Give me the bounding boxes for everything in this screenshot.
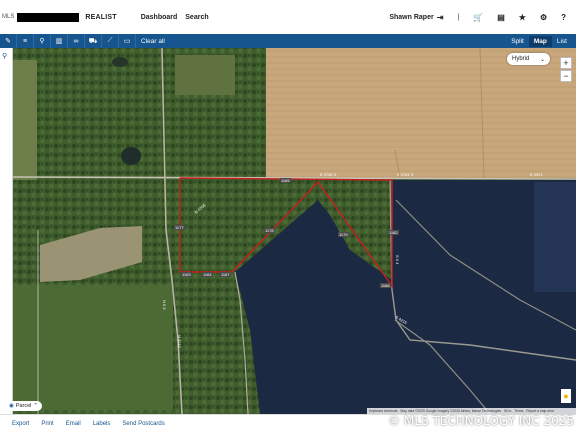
top-header: MLS REALIST Dashboard Search Shawn Raper… — [0, 0, 576, 34]
search-icon[interactable]: ⚲ — [2, 52, 7, 60]
measure-icon[interactable]: ⟋ — [102, 34, 119, 48]
mls-watermark: © MLS TECHNOLOGY INC 2025 — [388, 414, 574, 428]
terms-link[interactable]: Terms — [514, 409, 523, 413]
road-label: N 4210 — [177, 335, 182, 349]
parcel-tag: 1179 — [339, 232, 348, 237]
pond — [121, 147, 141, 165]
road-label: N 0 4 — [162, 300, 167, 310]
pasture-patch — [13, 285, 173, 410]
header-separator: | — [457, 13, 460, 21]
cart-icon[interactable]: 🛒 — [473, 13, 483, 22]
comment-icon[interactable]: ▭ — [119, 34, 136, 48]
scale-label: 50 m — [504, 409, 512, 413]
document-icon[interactable]: ▤ — [497, 13, 505, 22]
map-type-select[interactable]: Hybrid ⌄ — [507, 53, 550, 65]
parcel-tag: 1165 — [281, 178, 290, 183]
brand[interactable]: MLS REALIST — [2, 12, 117, 22]
pin-icon[interactable]: ⚲ — [34, 34, 51, 48]
parcel-tag: 1167 — [221, 272, 230, 277]
dark-field — [534, 182, 576, 292]
tab-split[interactable]: Split — [506, 36, 529, 47]
parcel-toggle[interactable]: ◉ Parcel ⌃ — [5, 401, 43, 411]
email-button[interactable]: Email — [66, 421, 81, 427]
layers-icon[interactable]: ≡ — [17, 34, 34, 48]
satellite-map: 1177 1178 1179 1162 1163 1164 1167 1165 … — [13, 48, 576, 414]
nav-dashboard[interactable]: Dashboard — [141, 14, 178, 21]
report-error-link[interactable]: Report a map error — [526, 409, 554, 413]
app-name: REALIST — [85, 13, 117, 21]
user-name: Shawn Raper — [389, 13, 434, 21]
help-icon[interactable]: ? — [561, 13, 566, 22]
print-button[interactable]: Print — [41, 421, 53, 427]
user-menu[interactable]: Shawn Raper ⇥ — [389, 13, 443, 22]
side-panel: ⚲ — [0, 48, 13, 414]
clear-all-button[interactable]: Clear all — [136, 38, 170, 45]
map-data-text: Map data ©2025 Google Imagery ©2025 Airb… — [400, 409, 502, 413]
map-toolbar: ✎ ≡ ⚲ ▥ ∞ ⛟ ⟋ ▭ Clear all Split Map List — [0, 34, 576, 48]
send-postcards-button[interactable]: Send Postcards — [122, 421, 164, 427]
parcel-tag: 1162 — [389, 230, 398, 235]
radio-icon: ◉ — [9, 403, 14, 409]
labels-button[interactable]: Labels — [93, 421, 111, 427]
parcel-tag: 1163 — [182, 272, 191, 277]
chevron-up-icon: ⌃ — [33, 403, 39, 409]
nav-search[interactable]: Search — [185, 14, 208, 21]
zoom-in-button[interactable]: + — [560, 57, 572, 69]
pond — [112, 57, 128, 67]
keyboard-shortcuts-link[interactable]: Keyboard shortcuts — [369, 409, 397, 413]
pasture-patch — [175, 55, 235, 95]
pegman-icon[interactable]: ● — [561, 389, 571, 403]
chevron-down-icon: ⌄ — [539, 56, 545, 63]
tab-map[interactable]: Map — [528, 35, 552, 47]
plowed-field — [266, 48, 576, 178]
map-canvas[interactable]: 1177 1178 1179 1162 1163 1164 1167 1165 … — [13, 48, 576, 414]
car-icon[interactable]: ⛟ — [85, 34, 102, 48]
logout-icon[interactable]: ⇥ — [437, 13, 444, 22]
parcel-tag: 1177 — [175, 225, 184, 230]
chart-icon[interactable]: ▥ — [51, 34, 68, 48]
zoom-out-button[interactable]: − — [560, 70, 572, 82]
binoculars-icon[interactable]: ∞ — [68, 34, 85, 48]
parcel-tag: 1164 — [203, 272, 212, 277]
export-button[interactable]: Export — [12, 421, 29, 427]
pasture-patch — [13, 60, 37, 180]
top-nav: Dashboard Search — [141, 14, 209, 21]
parcel-tag: 1178 — [265, 228, 274, 233]
star-icon[interactable]: ★ — [519, 13, 526, 22]
parcel-tag: 1166 — [381, 283, 390, 288]
top-right-tools: Shawn Raper ⇥ | 🛒 ▤ ★ ⚙ ? — [389, 13, 566, 22]
road-label: E 0780 S — [320, 172, 337, 177]
redacted-brand-block — [17, 12, 80, 22]
parcel-label: Parcel — [15, 403, 32, 409]
road-label: E 0921 — [530, 172, 543, 177]
view-tabs: Split Map List — [506, 35, 572, 47]
map-type-label: Hybrid — [512, 56, 530, 62]
road-label: S 0 4 — [395, 255, 400, 265]
mls-logo-icon: MLS — [2, 14, 15, 20]
gear-icon[interactable]: ⚙ — [540, 13, 547, 22]
draw-pencil-icon[interactable]: ✎ — [0, 34, 17, 48]
tab-list[interactable]: List — [552, 36, 572, 47]
road-label: E 0781 S — [397, 172, 414, 177]
